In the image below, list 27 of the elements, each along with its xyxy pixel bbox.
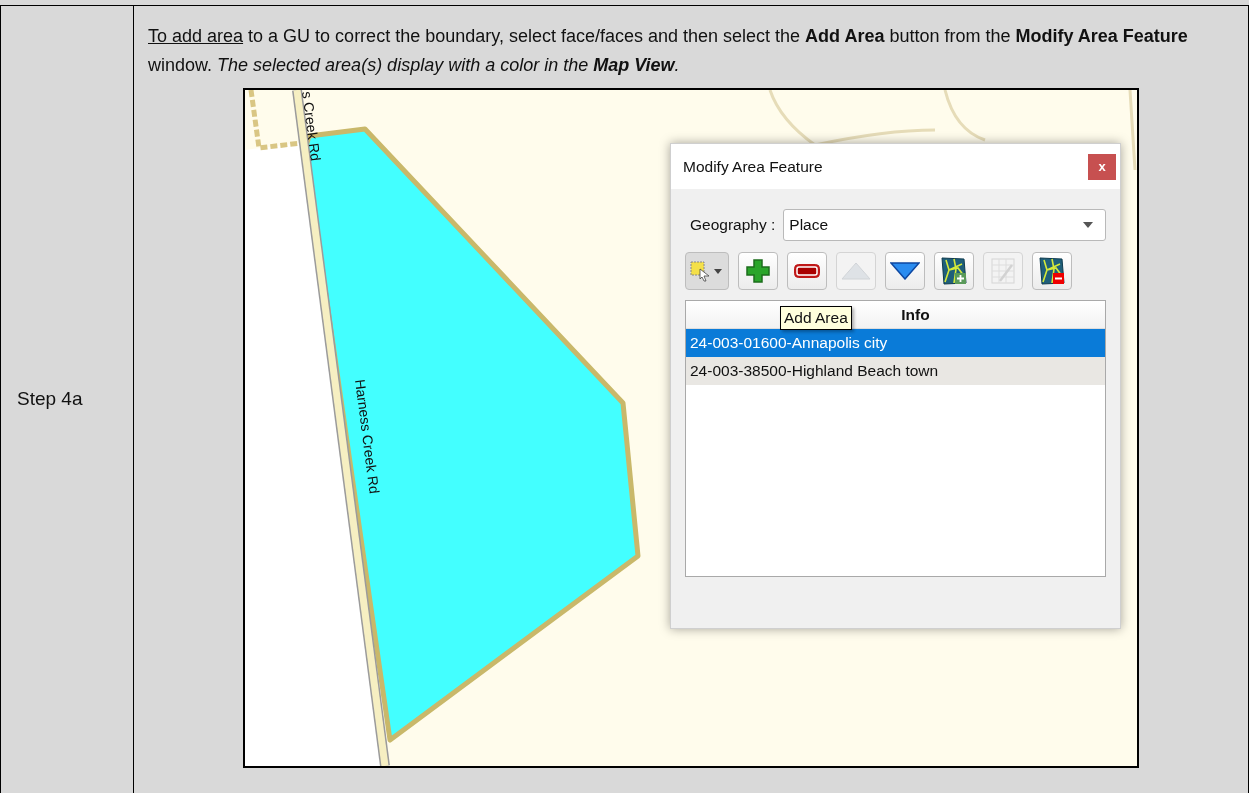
- map-plus-icon: [940, 256, 968, 286]
- dropdown-arrow-icon: [1083, 222, 1093, 228]
- road-label: s Creek Rd: [299, 90, 324, 162]
- list-item[interactable]: 24-003-01600-Annapolis city: [686, 329, 1105, 357]
- road-label: Harness Creek Rd: [352, 378, 383, 495]
- step-label: Step 4a: [17, 387, 83, 412]
- dialog-title: Modify Area Feature: [683, 156, 823, 177]
- instruction-text: To add area to a GU to correct the boundary, select face/faces and then select the Add Area button from the Modify Area Feature window. The selected area(s) display with a color in the Map View.: [148, 25, 1189, 77]
- map-plus-tool-button[interactable]: [934, 252, 974, 290]
- select-tool-icon: [689, 260, 711, 282]
- minus-tool-button[interactable]: [787, 252, 827, 290]
- map-minus-tool-button[interactable]: [1032, 252, 1072, 290]
- tooltip: Add Area: [780, 306, 852, 330]
- down-triangle-icon: [890, 262, 920, 280]
- close-button[interactable]: x: [1088, 153, 1116, 180]
- list-item[interactable]: 24-003-38500-Highland Beach town: [686, 357, 1105, 385]
- down-triangle-tool-button[interactable]: [885, 252, 925, 290]
- table-edit-icon: [990, 257, 1016, 285]
- geography-label: Geography :: [690, 215, 776, 236]
- plus-tool-button[interactable]: [738, 252, 778, 290]
- plus-icon: [745, 258, 771, 284]
- up-triangle-icon: [841, 262, 871, 280]
- select-tool-tool-button[interactable]: [685, 252, 729, 290]
- geography-dropdown[interactable]: Place: [783, 209, 1106, 241]
- minus-icon: [793, 263, 821, 279]
- caret-icon: [714, 268, 722, 274]
- map-minus-icon: [1038, 256, 1066, 286]
